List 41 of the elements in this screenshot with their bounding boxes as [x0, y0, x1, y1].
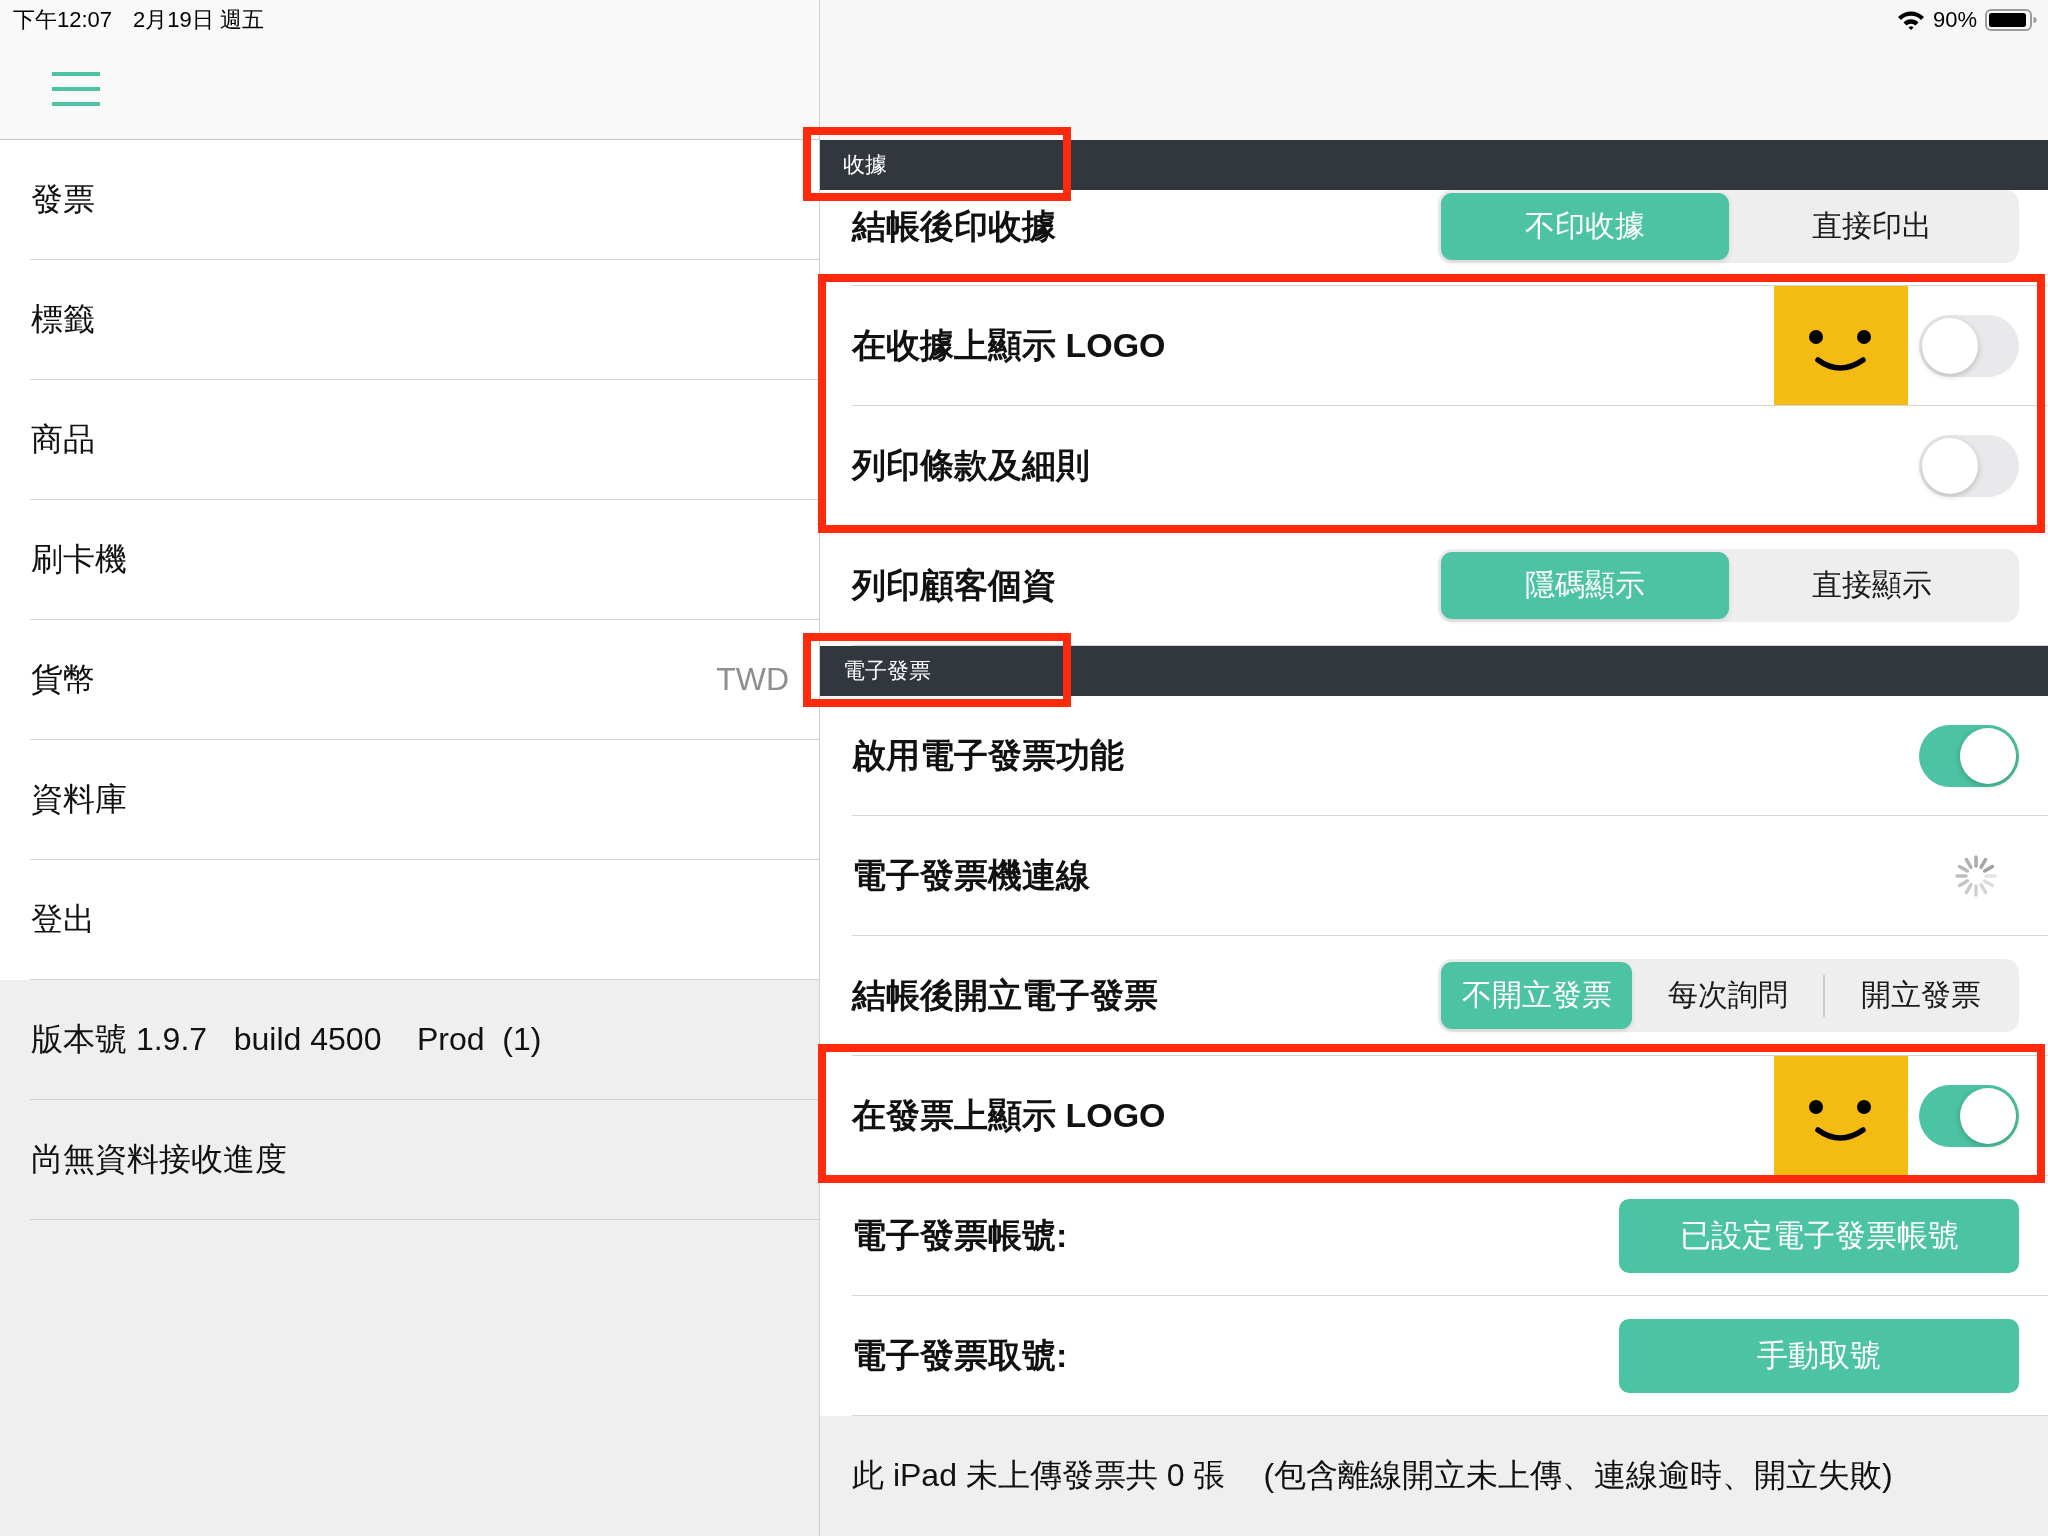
- segment-option[interactable]: 直接印出: [1728, 193, 2016, 260]
- segmented-control[interactable]: 不開立發票 每次詢問 開立發票: [1438, 959, 2019, 1032]
- segment-option[interactable]: 直接顯示: [1728, 552, 2016, 619]
- setting-label: 列印條款及細則: [852, 444, 1090, 486]
- spinner-icon: [1955, 854, 1997, 897]
- toggle-switch[interactable]: [1919, 724, 2019, 787]
- battery-icon: [1985, 9, 2037, 31]
- segmented-control[interactable]: 不印收據 直接印出: [1438, 190, 2019, 263]
- info-text: 尚無資料接收進度: [31, 1139, 287, 1179]
- setting-label: 電子發票機連線: [852, 854, 1090, 896]
- toggle-switch[interactable]: [1919, 314, 2019, 377]
- sidebar-item[interactable]: 資料庫: [30, 740, 819, 860]
- setting-label: 在發票上顯示 LOGO: [852, 1094, 1166, 1136]
- battery-percent: 90%: [1932, 7, 1977, 33]
- toggle-switch[interactable]: [1919, 1084, 2019, 1147]
- setting-label: 啟用電子發票功能: [852, 734, 1124, 776]
- setting-label: 列印顧客個資: [852, 564, 1056, 606]
- upload-note-text: (包含離線開立未上傳、連線逾時、開立失敗): [1263, 1456, 1893, 1495]
- section-header: 收據: [820, 140, 2048, 190]
- section-header: 電子發票: [820, 646, 2048, 696]
- menu-icon[interactable]: [52, 72, 100, 106]
- setting-label: 在收據上顯示 LOGO: [852, 324, 1166, 366]
- sidebar-item[interactable]: 標籤: [30, 260, 819, 380]
- toggle-switch[interactable]: [1919, 434, 2019, 497]
- sidebar-item[interactable]: 商品: [30, 380, 819, 500]
- segmented-control[interactable]: 隱碼顯示 直接顯示: [1438, 549, 2019, 622]
- status-date: 2月19日 週五: [133, 6, 264, 34]
- setting-label: 電子發票取號:: [852, 1334, 1068, 1376]
- setting-label: 結帳後開立電子發票: [852, 974, 1158, 1016]
- currency-value: TWD: [716, 661, 789, 698]
- upload-count-text: 此 iPad 未上傳發票共 0 張: [852, 1456, 1226, 1495]
- segment-option[interactable]: 開立發票: [1825, 962, 2016, 1029]
- setting-label: 結帳後印收據: [852, 205, 1056, 247]
- wifi-icon: [1896, 10, 1925, 30]
- info-text: 版本號 1.9.7 build 4500 Prod (1): [31, 1019, 542, 1059]
- sidebar-item[interactable]: 刷卡機: [30, 500, 819, 620]
- sidebar-item[interactable]: 貨幣 TWD: [30, 620, 819, 740]
- status-time: 下午12:07: [13, 6, 113, 34]
- segment-option[interactable]: 每次詢問: [1632, 962, 1823, 1029]
- setting-label: 電子發票帳號:: [852, 1214, 1068, 1256]
- sidebar-item[interactable]: 發票: [30, 140, 819, 260]
